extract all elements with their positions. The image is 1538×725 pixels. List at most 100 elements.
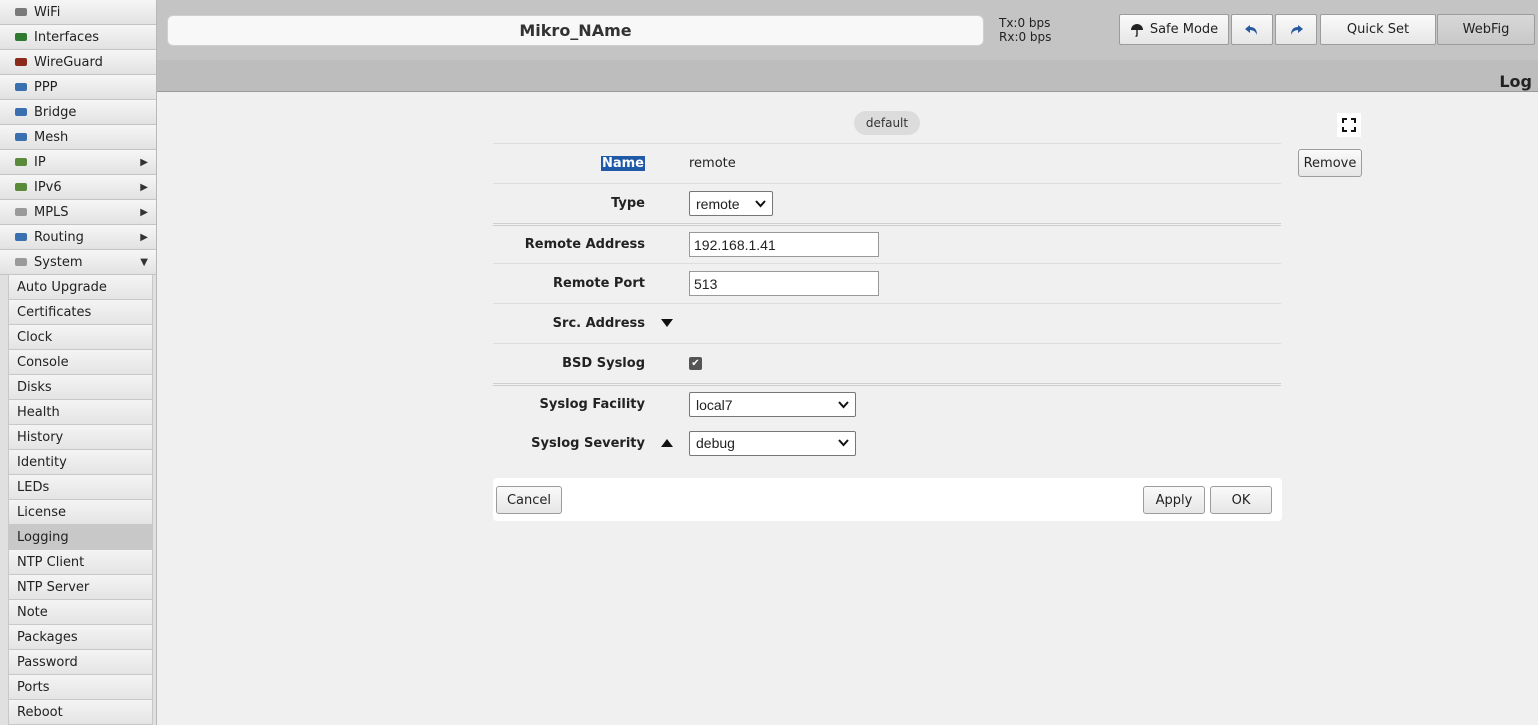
fullscreen-button[interactable] <box>1337 113 1361 137</box>
remote-address-input[interactable] <box>689 232 879 257</box>
sidebar: WiFi Interfaces WireGuard PPP Bridge Mesh IP ▶ I… <box>0 0 157 725</box>
submenu-item-health[interactable]: Health <box>8 400 153 425</box>
remote-address-row: Remote Address <box>493 223 1281 263</box>
submenu-item-history[interactable]: History <box>8 425 153 450</box>
sidebar-item-interfaces[interactable]: Interfaces <box>0 25 156 50</box>
syslog-severity-select[interactable]: debug <box>689 430 856 456</box>
sidebar-item-mpls[interactable]: MPLS ▶ <box>0 200 156 225</box>
submenu-arrow-icon: ▶ <box>140 206 148 218</box>
syslog-severity-row: Syslog Severity debug <box>493 423 1281 463</box>
submenu-arrow-icon: ▶ <box>140 231 148 243</box>
submenu-item-certificates[interactable]: Certificates <box>8 300 153 325</box>
chevron-down-icon <box>755 197 766 211</box>
submenu-item-password[interactable]: Password <box>8 650 153 675</box>
sidebar-item-wifi[interactable]: WiFi <box>0 0 156 25</box>
submenu-item-auto-upgrade[interactable]: Auto Upgrade <box>8 275 153 300</box>
cancel-button[interactable]: Cancel <box>496 486 562 514</box>
sidebar-item-bridge[interactable]: Bridge <box>0 100 156 125</box>
rx-rate: Rx:0 bps <box>999 30 1052 44</box>
chevron-down-icon <box>838 398 849 412</box>
sidebar-item-ipv6[interactable]: IPv6 ▶ <box>0 175 156 200</box>
sidebar-item-routing[interactable]: Routing ▶ <box>0 225 156 250</box>
sidebar-item-label: IP <box>34 154 46 170</box>
bridge-icon <box>12 105 30 119</box>
safe-mode-button[interactable]: Safe Mode <box>1119 14 1229 45</box>
remote-address-label: Remote Address <box>524 237 645 252</box>
redo-button[interactable] <box>1275 14 1317 45</box>
mesh-icon <box>12 130 30 144</box>
sidebar-item-ip[interactable]: IP ▶ <box>0 150 156 175</box>
submenu-item-clock[interactable]: Clock <box>8 325 153 350</box>
undo-button[interactable] <box>1231 14 1273 45</box>
redo-icon <box>1288 23 1304 37</box>
sidebar-item-label: MPLS <box>34 204 69 220</box>
submenu-item-ntp-client[interactable]: NTP Client <box>8 550 153 575</box>
bsd-syslog-checkbox[interactable]: ✔ <box>689 357 702 370</box>
ok-button[interactable]: OK <box>1210 486 1272 514</box>
router-identity: Mikro_NAme <box>167 15 984 46</box>
remote-port-input[interactable] <box>689 271 879 296</box>
submenu-item-console[interactable]: Console <box>8 350 153 375</box>
sidebar-item-label: Mesh <box>34 129 69 145</box>
src-address-row: Src. Address <box>493 303 1281 343</box>
ppp-icon <box>12 80 30 94</box>
umbrella-icon <box>1130 23 1144 37</box>
undo-icon <box>1244 23 1260 37</box>
sidebar-item-label: WiFi <box>34 4 61 20</box>
bsd-syslog-row: BSD Syslog ✔ <box>493 343 1281 383</box>
sidebar-item-label: IPv6 <box>34 179 62 195</box>
sidebar-item-system[interactable]: System ▼ <box>0 250 156 275</box>
system-submenu: Auto Upgrade Certificates Clock Console Disk… <box>0 275 156 725</box>
expand-arrow-icon[interactable] <box>645 319 689 328</box>
traffic-counter: Tx:0 bps Rx:0 bps <box>999 16 1051 44</box>
remove-button[interactable]: Remove <box>1298 149 1362 177</box>
name-row: Name remote <box>493 143 1281 183</box>
default-tag: default <box>854 111 920 135</box>
syslog-facility-select[interactable]: local7 <box>689 392 856 417</box>
form-footer: Cancel Apply OK <box>493 478 1282 521</box>
routing-icon <box>12 230 30 244</box>
sidebar-item-mesh[interactable]: Mesh <box>0 125 156 150</box>
chevron-down-icon <box>838 436 849 450</box>
sidebar-item-label: Bridge <box>34 104 77 120</box>
webfig-button[interactable]: WebFig <box>1437 14 1535 45</box>
type-select[interactable]: remote <box>689 191 773 216</box>
sidebar-item-label: Routing <box>34 229 84 245</box>
ipv6-icon <box>12 180 30 194</box>
syslog-facility-label: Syslog Facility <box>539 397 645 412</box>
submenu-item-ports[interactable]: Ports <box>8 675 153 700</box>
sidebar-item-ppp[interactable]: PPP <box>0 75 156 100</box>
sidebar-item-label: System <box>34 254 83 270</box>
submenu-item-license[interactable]: License <box>8 500 153 525</box>
syslog-severity-value: debug <box>696 435 735 451</box>
submenu-item-identity[interactable]: Identity <box>8 450 153 475</box>
main-content: default Remove Name remote Type remote R… <box>157 93 1538 725</box>
submenu-arrow-icon: ▼ <box>140 256 148 268</box>
syslog-facility-row: Syslog Facility local7 <box>493 383 1281 423</box>
type-label: Type <box>611 196 645 211</box>
sidebar-item-label: Interfaces <box>34 29 99 45</box>
sidebar-item-wireguard[interactable]: WireGuard <box>0 50 156 75</box>
submenu-item-packages[interactable]: Packages <box>8 625 153 650</box>
type-row: Type remote <box>493 183 1281 223</box>
mpls-icon <box>12 205 30 219</box>
interfaces-icon <box>12 30 30 44</box>
checkmark-icon: ✔ <box>691 358 700 369</box>
submenu-item-logging[interactable]: Logging <box>8 525 153 550</box>
system-icon <box>12 255 30 269</box>
wireguard-icon <box>12 55 30 69</box>
type-select-value: remote <box>696 195 740 212</box>
apply-button[interactable]: Apply <box>1143 486 1205 514</box>
tx-rate: Tx:0 bps <box>999 16 1051 30</box>
submenu-item-reboot[interactable]: Reboot <box>8 700 153 725</box>
submenu-arrow-icon: ▶ <box>140 156 148 168</box>
fullscreen-icon <box>1342 118 1356 132</box>
quick-set-button[interactable]: Quick Set <box>1320 14 1436 45</box>
ip-icon <box>12 155 30 169</box>
collapse-arrow-icon[interactable] <box>645 438 689 448</box>
submenu-item-disks[interactable]: Disks <box>8 375 153 400</box>
submenu-item-note[interactable]: Note <box>8 600 153 625</box>
submenu-item-leds[interactable]: LEDs <box>8 475 153 500</box>
submenu-item-ntp-server[interactable]: NTP Server <box>8 575 153 600</box>
bsd-syslog-label: BSD Syslog <box>562 356 645 371</box>
